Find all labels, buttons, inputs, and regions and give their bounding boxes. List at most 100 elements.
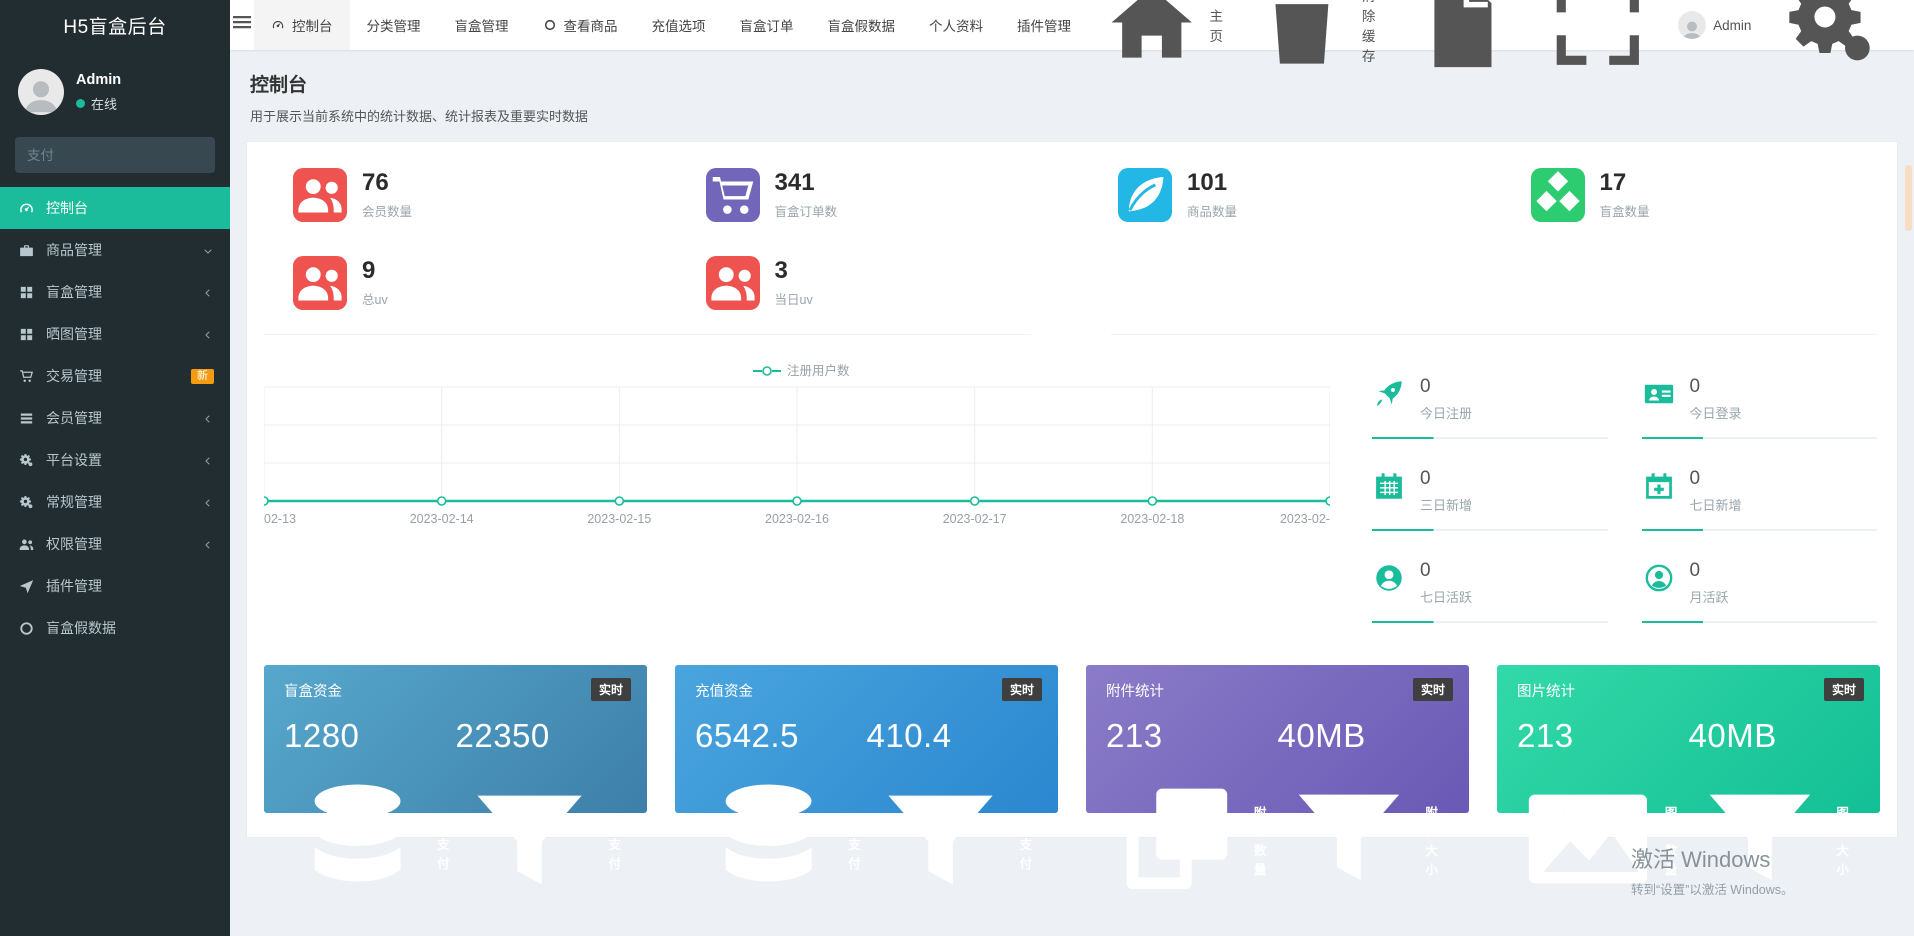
stat-value: 341 bbox=[774, 169, 815, 197]
nav-tab[interactable]: 盲盒订单 bbox=[723, 0, 811, 50]
filter-icon bbox=[867, 768, 1014, 918]
cogs-icon bbox=[18, 494, 35, 511]
nav-tab[interactable]: 查看商品 bbox=[526, 0, 635, 50]
settings-button[interactable] bbox=[1764, 0, 1900, 61]
fund-value: 213 bbox=[1517, 717, 1574, 754]
mini-stat-progress-bar bbox=[1641, 529, 1877, 531]
svg-text:2023-02-: 2023-02- bbox=[1280, 512, 1330, 526]
fund-value-label: 已支付 bbox=[608, 818, 622, 871]
sidebar-item[interactable]: 权限管理 bbox=[0, 523, 230, 565]
user-panel: Admin 在线 bbox=[0, 55, 230, 127]
stat-value: 101 bbox=[1187, 169, 1228, 197]
file-log-button[interactable] bbox=[1394, 0, 1530, 67]
sidebar-item[interactable]: 插件管理 bbox=[0, 565, 230, 607]
fund-value: 410.4 bbox=[866, 717, 952, 754]
mini-stat-label: 七日新增 bbox=[1689, 497, 1742, 513]
sidebar-menu: 控制台 商品管理 盲盒管理 晒图管理 交易管理 新 会员管理 平台设置 常规管理… bbox=[0, 187, 230, 649]
fullscreen-button[interactable] bbox=[1530, 0, 1666, 65]
users-icon bbox=[705, 256, 760, 310]
fund-value-label: 待支付 bbox=[848, 818, 861, 871]
clear-cache-button[interactable]: 清除缓存 bbox=[1236, 0, 1394, 64]
users-icon bbox=[18, 536, 35, 553]
mini-stat-progress-bar bbox=[1641, 621, 1877, 623]
fund-cards-row: 盲盒资金 实时 1280 待支付 22350 已支付 充值资金 实时 6542.… bbox=[247, 643, 1897, 890]
search-input[interactable] bbox=[15, 137, 215, 173]
home-icon bbox=[1101, 0, 1203, 77]
sidebar-toggle-button[interactable] bbox=[230, 0, 254, 50]
nav-tab[interactable]: 控制台 bbox=[254, 0, 350, 50]
filter-icon bbox=[1278, 768, 1420, 913]
svg-text:2023-02-17: 2023-02-17 bbox=[943, 512, 1007, 526]
nav-tab[interactable]: 盲盒管理 bbox=[438, 0, 526, 50]
mini-stat-progress-bar bbox=[1641, 437, 1877, 439]
navbar-right: 主页 清除缓存 Admin bbox=[1088, 0, 1914, 67]
sidebar-item[interactable]: 盲盒管理 bbox=[0, 271, 230, 313]
sidebar-item[interactable]: 商品管理 bbox=[0, 229, 230, 271]
list-icon bbox=[18, 410, 35, 427]
svg-text:注册用户数: 注册用户数 bbox=[787, 363, 850, 378]
chevron-left-icon bbox=[202, 412, 214, 424]
calendar-plus-icon bbox=[1642, 469, 1676, 503]
sidebar-item-label: 常规管理 bbox=[46, 494, 102, 510]
stat-label: 盲盒订单数 bbox=[774, 204, 838, 219]
sidebar-search bbox=[15, 137, 215, 173]
svg-text:2023-02-18: 2023-02-18 bbox=[1120, 512, 1184, 526]
dashboard-panel: 76 会员数量 341 盲盒订单数 101 商品数量 17 盲盒数量 9 总uv… bbox=[246, 141, 1898, 890]
grid-box-icon bbox=[18, 284, 35, 301]
sidebar-item[interactable]: 晒图管理 bbox=[0, 313, 230, 355]
mini-stat-value: 0 bbox=[1420, 560, 1431, 581]
stat-card: 101 商品数量 bbox=[1072, 168, 1485, 246]
registered-users-chart: 注册用户数 02-13 2023-02-14 2023-02-15 2023-02-16… bbox=[264, 361, 1330, 539]
nav-tab-label: 充值选项 bbox=[651, 19, 706, 34]
avatar bbox=[1678, 11, 1707, 39]
sidebar-item[interactable]: 盲盒假数据 bbox=[0, 607, 230, 649]
fund-value-label: 待支付 bbox=[437, 818, 450, 871]
nav-tab[interactable]: 分类管理 bbox=[350, 0, 438, 50]
filter-icon bbox=[456, 768, 603, 918]
mini-stat-label: 今日注册 bbox=[1420, 405, 1473, 421]
mini-stat: 0 今日注册 bbox=[1372, 361, 1608, 453]
fund-card-title: 图片统计 bbox=[1517, 684, 1575, 700]
nav-tab-label: 分类管理 bbox=[366, 19, 421, 34]
top-navbar: 控制台 分类管理 盲盒管理 查看商品 充值选项 盲盒订单 盲盒假数据 个人资料 … bbox=[230, 0, 1914, 67]
mini-stat-label: 七日活跃 bbox=[1420, 589, 1473, 605]
scrollbar-thumb[interactable] bbox=[1905, 165, 1912, 231]
file-icon bbox=[1407, 0, 1517, 81]
fund-value: 40MB bbox=[1688, 717, 1777, 754]
sidebar-item[interactable]: 交易管理 新 bbox=[0, 355, 230, 397]
cart-icon bbox=[18, 368, 35, 385]
database-icon bbox=[284, 768, 431, 918]
chart-section: 注册用户数 02-13 2023-02-14 2023-02-15 2023-02-16… bbox=[247, 335, 1897, 643]
dashboard-icon bbox=[271, 18, 285, 32]
sidebar-item[interactable]: 平台设置 bbox=[0, 439, 230, 481]
stat-label: 会员数量 bbox=[362, 204, 413, 219]
sidebar-item-label: 盲盒管理 bbox=[46, 284, 102, 300]
nav-tab[interactable]: 充值选项 bbox=[635, 0, 723, 50]
fund-value: 1280 bbox=[284, 717, 360, 754]
user-menu[interactable]: Admin bbox=[1665, 0, 1764, 50]
sidebar-item[interactable]: 会员管理 bbox=[0, 397, 230, 439]
fund-value-label: 已支付 bbox=[1019, 818, 1033, 871]
home-link[interactable]: 主页 bbox=[1088, 0, 1236, 58]
cogs-icon bbox=[1777, 0, 1887, 81]
sidebar-item[interactable]: 常规管理 bbox=[0, 481, 230, 523]
nav-tab[interactable]: 插件管理 bbox=[1000, 0, 1088, 50]
mini-stat-value: 0 bbox=[1689, 376, 1701, 397]
chevron-left-icon bbox=[202, 454, 214, 466]
stat-card: 341 盲盒订单数 bbox=[660, 168, 1073, 246]
sidebar-item[interactable]: 控制台 bbox=[0, 187, 230, 229]
chevron-down-icon bbox=[202, 244, 214, 256]
nav-tab[interactable]: 个人资料 bbox=[912, 0, 1000, 50]
cart-solid-icon bbox=[705, 168, 760, 222]
fund-value: 40MB bbox=[1277, 717, 1366, 754]
stat-value: 17 bbox=[1599, 169, 1627, 197]
rocket-icon bbox=[1372, 377, 1406, 411]
sidebar-item-label: 插件管理 bbox=[46, 578, 102, 594]
cubes-icon bbox=[1530, 168, 1585, 222]
user-name: Admin bbox=[76, 71, 122, 88]
online-dot bbox=[76, 98, 85, 108]
mini-stat-value: 0 bbox=[1689, 560, 1701, 581]
sidebar-item-label: 权限管理 bbox=[46, 536, 102, 552]
nav-tab[interactable]: 盲盒假数据 bbox=[811, 0, 913, 50]
menu-icon bbox=[230, 10, 254, 39]
